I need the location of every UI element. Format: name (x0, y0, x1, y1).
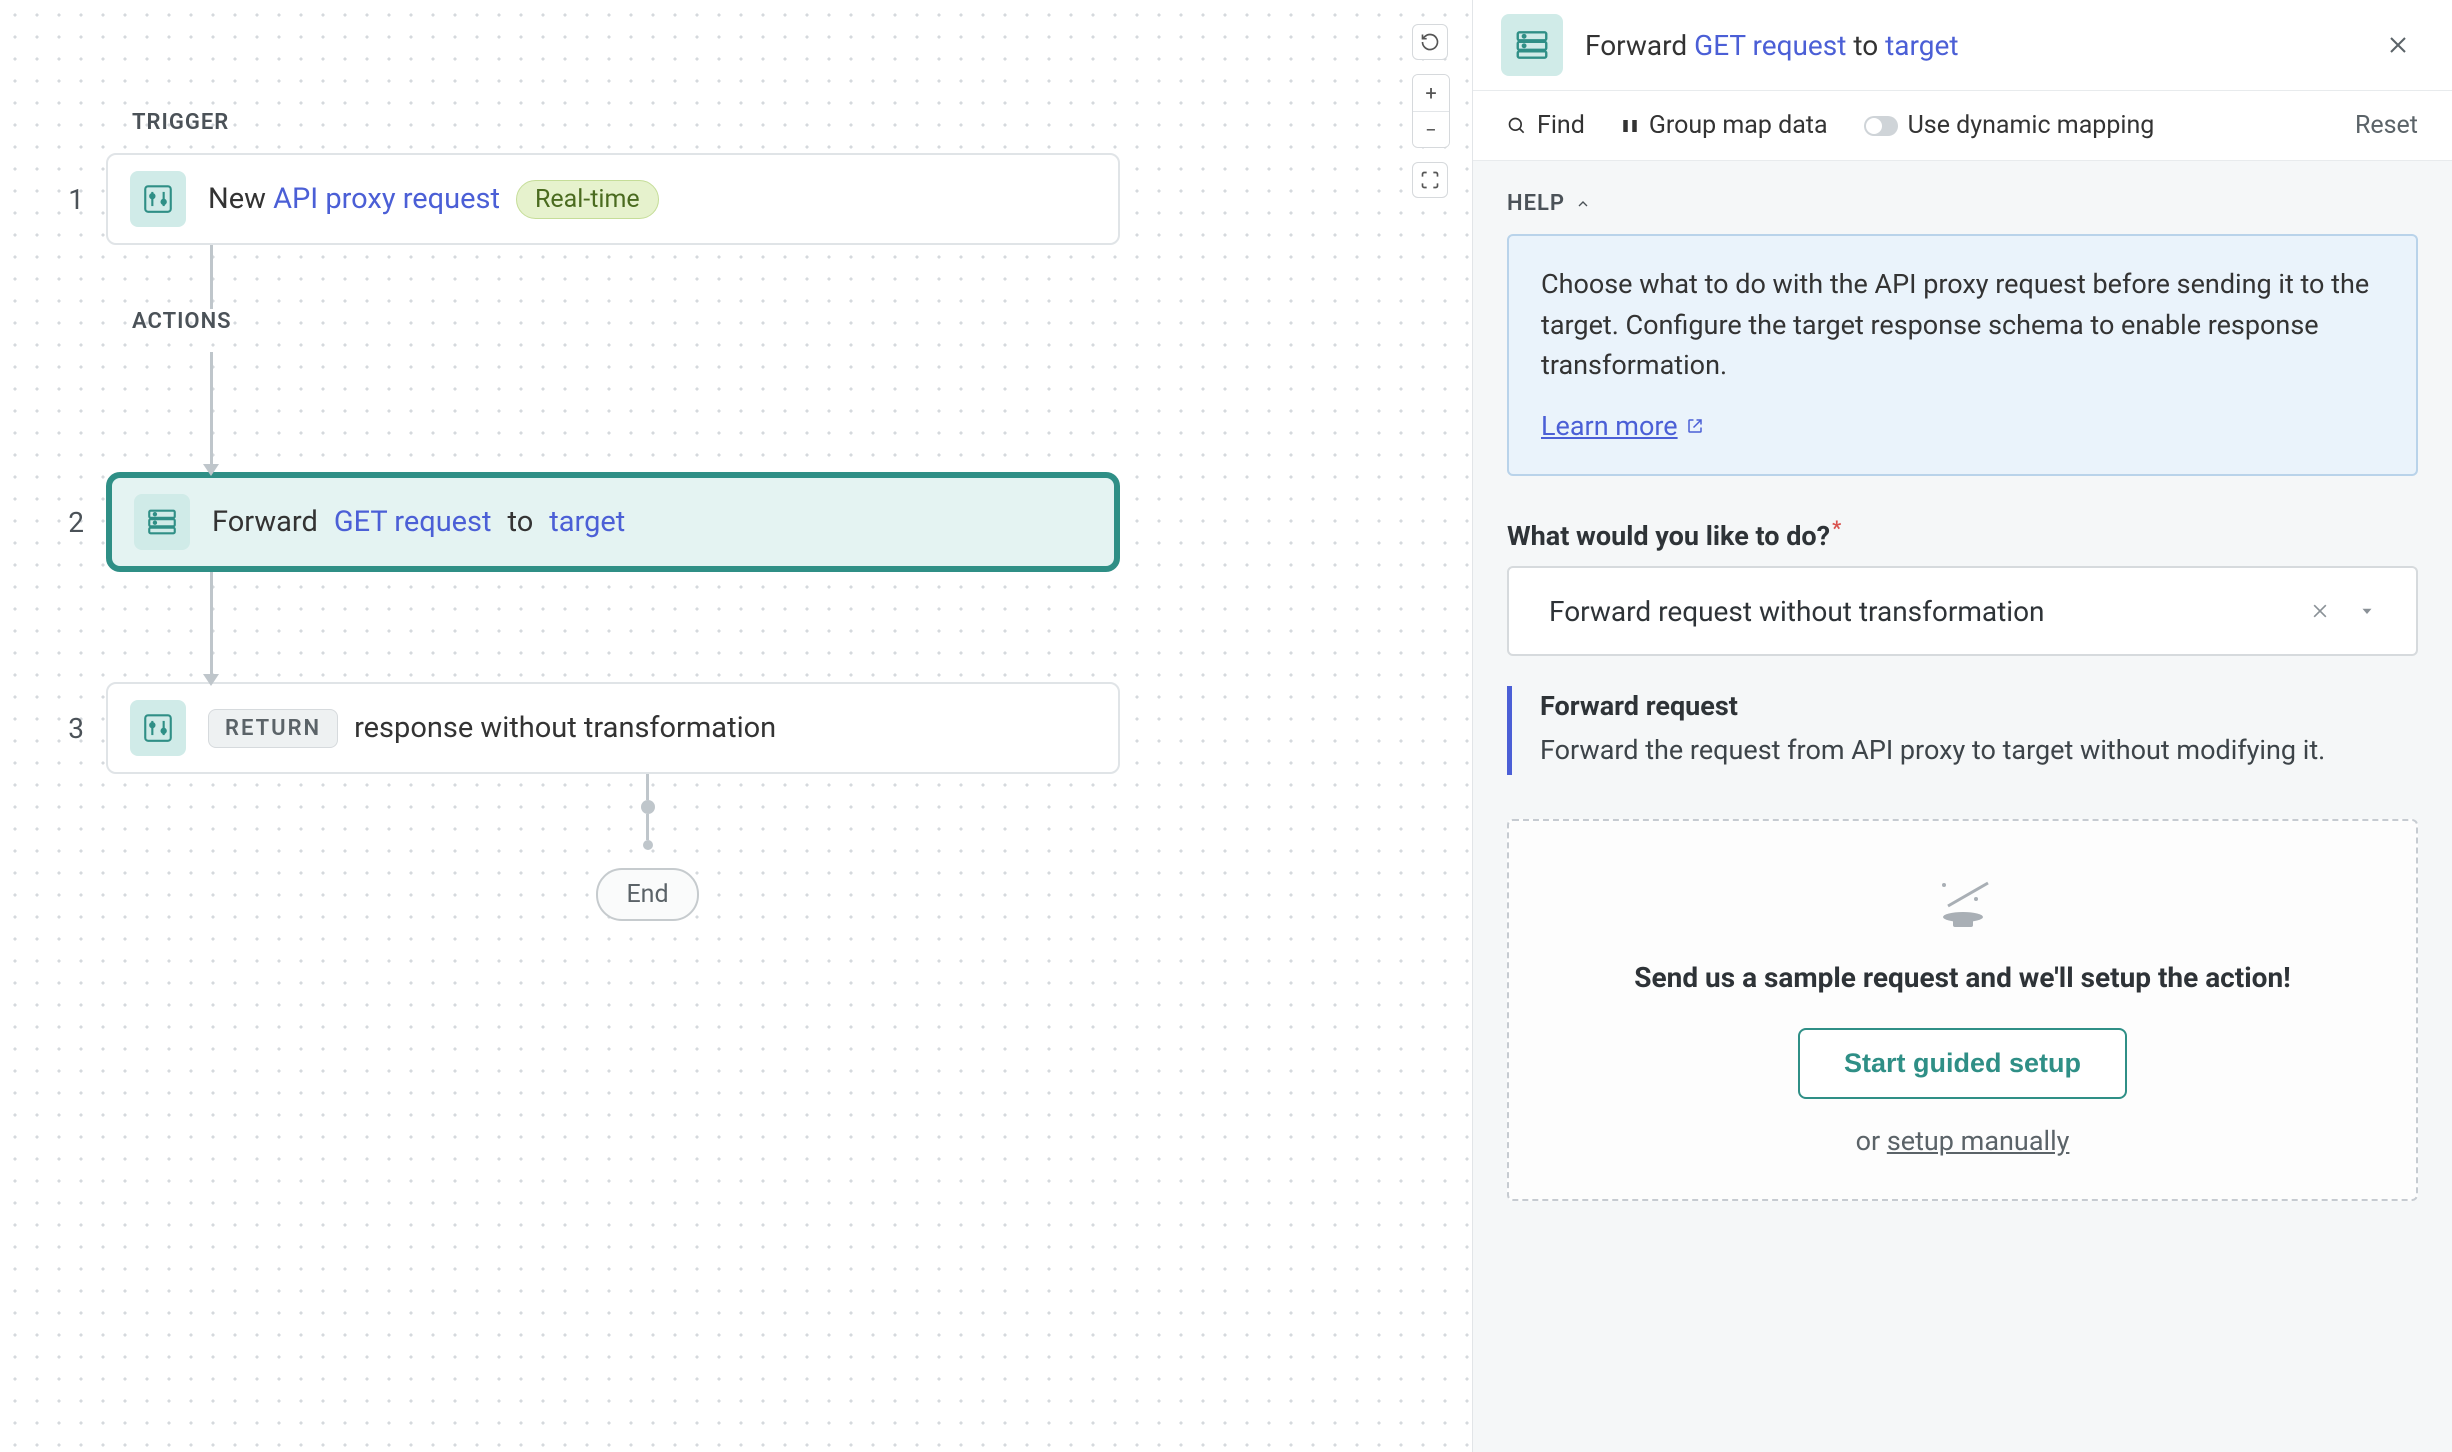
find-button[interactable]: Find (1507, 111, 1585, 140)
group-icon (1621, 117, 1639, 135)
trigger-row: 1 New API proxy request Real-time (60, 153, 1120, 245)
info-body: Forward the request from API proxy to ta… (1540, 730, 2418, 771)
close-icon (2310, 601, 2330, 621)
open-select-button[interactable] (2344, 602, 2390, 620)
toggle-icon (1864, 116, 1898, 136)
action-select-label: What would you like to do?* (1507, 516, 2418, 552)
dynamic-mapping-toggle[interactable]: Use dynamic mapping (1864, 111, 2155, 140)
panel-title: Forward GET request to target (1585, 29, 2356, 62)
undo-icon (1420, 32, 1440, 52)
server-stack-icon (1501, 14, 1563, 76)
actions-section-label: ACTIONS (132, 309, 1120, 334)
action-row-3: 3 RETURN response without transformation (60, 682, 1120, 774)
forward-text-pre: Forward (212, 505, 318, 539)
action-select[interactable]: Forward request without transformation (1507, 566, 2418, 656)
forward-text-link2: target (549, 505, 625, 539)
trigger-node[interactable]: New API proxy request Real-time (106, 153, 1120, 245)
info-heading: Forward request (1540, 690, 2418, 722)
return-badge: RETURN (208, 709, 338, 748)
reset-button[interactable]: Reset (2355, 111, 2418, 140)
guided-setup-box: Send us a sample request and we'll setup… (1507, 819, 2418, 1201)
zoom-in-button[interactable]: + (1413, 75, 1449, 111)
arrow-down-icon (203, 464, 219, 476)
minus-icon: − (1425, 118, 1436, 142)
help-box: Choose what to do with the API proxy req… (1507, 234, 2418, 476)
arrow-down-icon (203, 674, 219, 686)
required-indicator: * (1832, 516, 1841, 540)
group-map-data-button[interactable]: Group map data (1621, 111, 1828, 140)
forward-text-mid: to (508, 505, 534, 539)
panel-body: HELP Choose what to do with the API prox… (1473, 161, 2452, 1452)
external-link-icon (1686, 417, 1704, 435)
api-proxy-icon (130, 700, 186, 756)
clear-select-button[interactable] (2296, 601, 2344, 621)
forward-text-link1: GET request (334, 505, 492, 539)
fit-icon (1420, 170, 1440, 190)
panel-header: Forward GET request to target (1473, 0, 2452, 91)
or-text: or setup manually (1549, 1125, 2376, 1157)
help-toggle[interactable]: HELP (1507, 191, 2418, 216)
help-text: Choose what to do with the API proxy req… (1541, 264, 2384, 386)
server-stack-icon (134, 494, 190, 550)
trigger-text-pre: New (208, 182, 273, 216)
setup-manually-link[interactable]: setup manually (1887, 1125, 2070, 1157)
action-select-value: Forward request without transformation (1549, 595, 2296, 628)
trigger-text-link: API proxy request (273, 182, 500, 216)
return-node[interactable]: RETURN response without transformation (106, 682, 1120, 774)
close-panel-button[interactable] (2378, 25, 2418, 65)
triangle-down-icon (2358, 602, 2376, 620)
end-connector: End (175, 774, 1120, 921)
magic-wand-icon (1928, 871, 1998, 931)
start-guided-setup-button[interactable]: Start guided setup (1798, 1028, 2127, 1099)
workflow-canvas[interactable]: + − TRIGGER 1 New API proxy request Real… (0, 0, 1472, 1452)
return-text: response without transformation (354, 711, 776, 745)
plus-icon: + (1425, 81, 1436, 105)
chevron-up-icon (1575, 196, 1591, 212)
connector-line (210, 352, 213, 472)
row-number: 3 (60, 712, 84, 745)
trigger-section-label: TRIGGER (132, 110, 1120, 135)
row-number: 1 (60, 183, 84, 216)
close-icon (2386, 33, 2410, 57)
realtime-badge: Real-time (516, 180, 659, 219)
row-number: 2 (60, 506, 84, 539)
search-icon (1507, 116, 1527, 136)
connector-line (210, 572, 213, 682)
side-panel: Forward GET request to target Find Group… (1472, 0, 2452, 1452)
learn-more-link[interactable]: Learn more (1541, 406, 1704, 447)
api-proxy-icon (130, 171, 186, 227)
panel-toolbar: Find Group map data Use dynamic mapping … (1473, 91, 2452, 161)
zoom-out-button[interactable]: − (1413, 111, 1449, 147)
end-node[interactable]: End (596, 868, 698, 921)
guided-message: Send us a sample request and we'll setup… (1549, 961, 2376, 994)
forward-request-node[interactable]: Forward GET request to target (106, 472, 1120, 572)
fit-view-button[interactable] (1412, 162, 1448, 198)
connector-line (210, 245, 213, 309)
forward-request-info: Forward request Forward the request from… (1507, 686, 2418, 775)
undo-button[interactable] (1412, 24, 1448, 60)
action-row-2: 2 Forward GET request to target (60, 472, 1120, 572)
